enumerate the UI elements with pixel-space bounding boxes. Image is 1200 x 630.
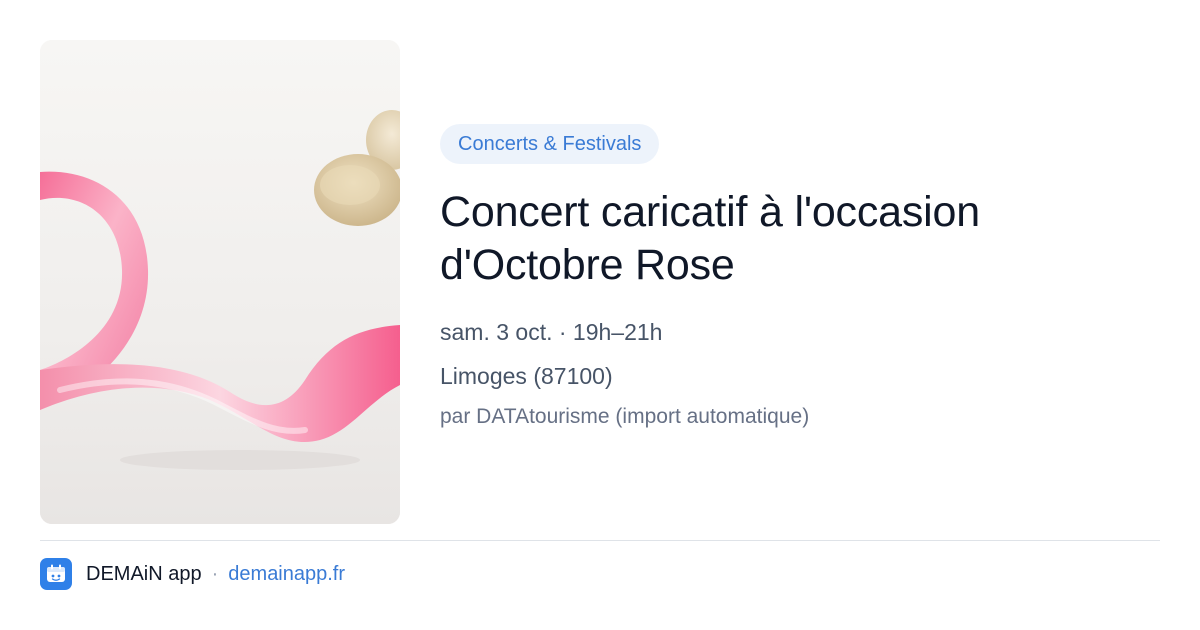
app-website-link[interactable]: demainapp.fr <box>228 563 345 586</box>
footer-separator: · <box>211 562 219 585</box>
event-info: Concerts & Festivals Concert caricatif à… <box>440 124 1160 430</box>
category-chip[interactable]: Concerts & Festivals <box>440 124 660 164</box>
event-source: par DATAtourisme (import automatique) <box>440 405 810 428</box>
event-image <box>40 40 400 524</box>
event-title[interactable]: Concert caricatif à l'occasion d'Octobre… <box>440 186 1160 292</box>
footer-divider <box>40 540 1160 541</box>
pink-ribbon-photo <box>40 40 400 524</box>
footer: DEMAiN app · demainapp.fr <box>40 558 345 590</box>
event-datetime: sam. 3 oct. · 19h–21h <box>440 319 663 345</box>
app-name: DEMAiN app <box>86 562 202 585</box>
demain-app-logo-icon <box>40 558 72 590</box>
event-preview-card: Concerts & Festivals Concert caricatif à… <box>0 0 1200 630</box>
event-location: Limoges (87100) <box>440 363 613 389</box>
